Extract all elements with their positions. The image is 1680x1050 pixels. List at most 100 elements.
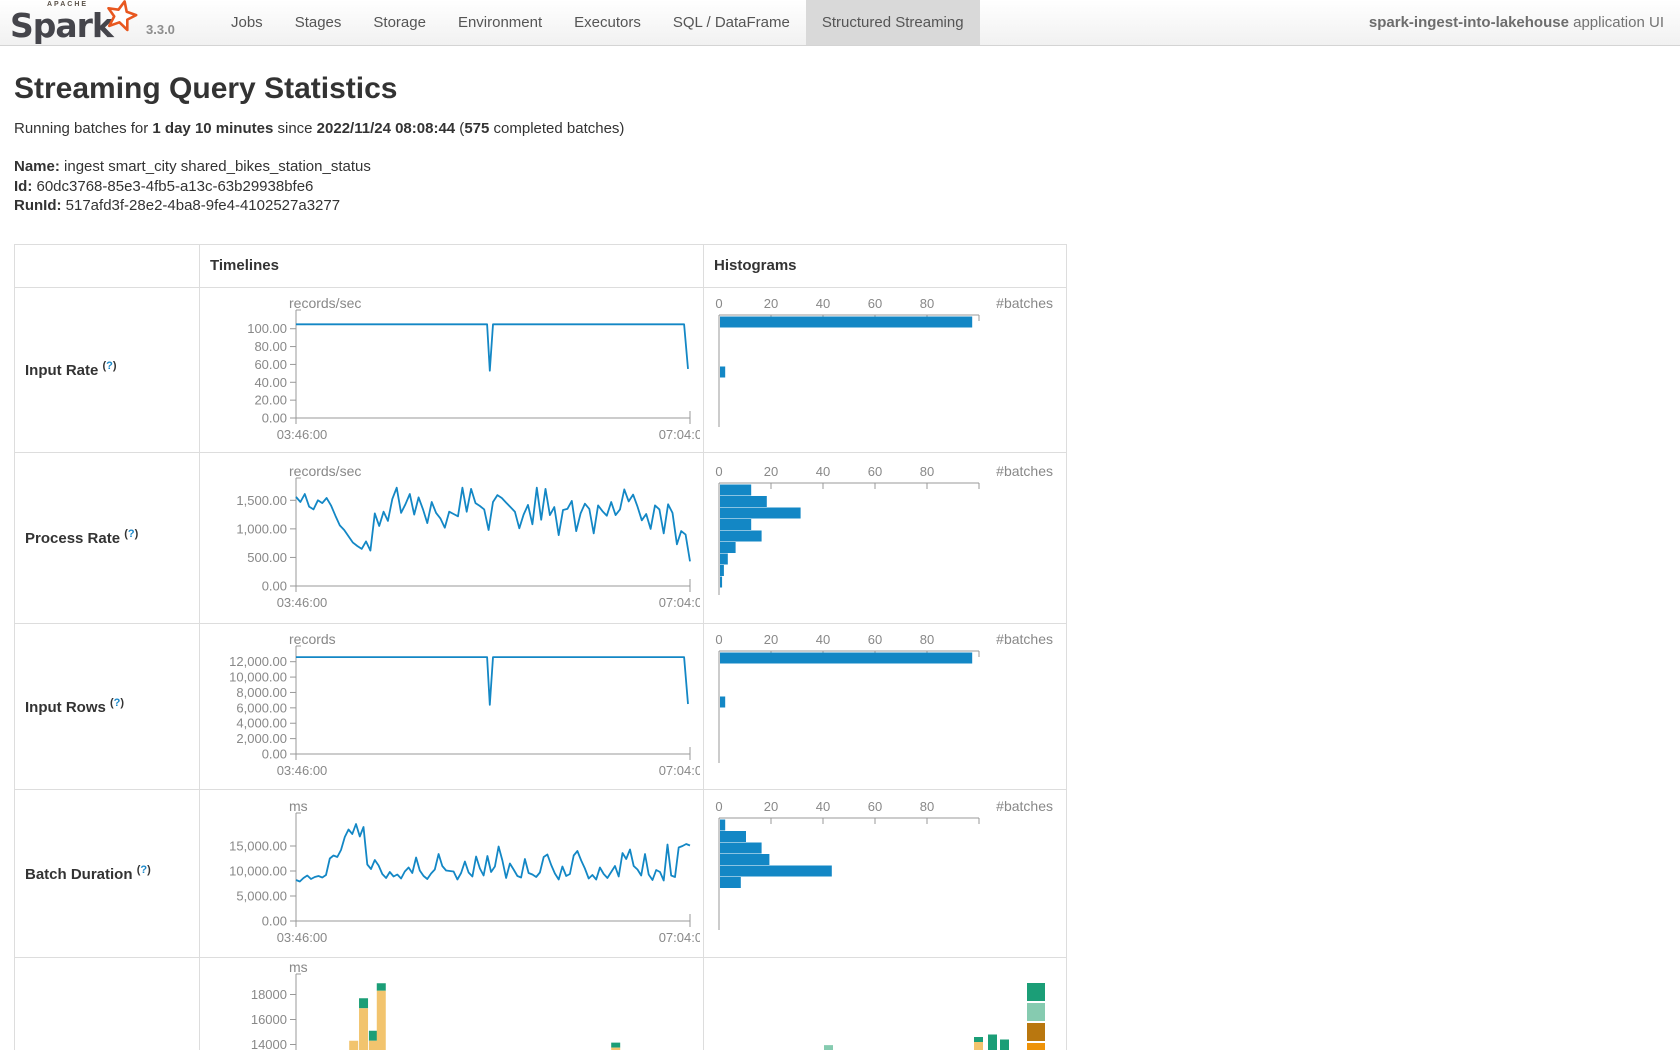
- tab-storage[interactable]: Storage: [357, 0, 442, 45]
- svg-text:60: 60: [868, 632, 882, 647]
- svg-text:60: 60: [868, 296, 882, 311]
- process-rate-help-char: ?: [128, 528, 135, 540]
- tab-executors[interactable]: Executors: [558, 0, 657, 45]
- input-rate-label: Input Rate: [25, 362, 103, 379]
- tab-jobs[interactable]: Jobs: [215, 0, 279, 45]
- logo-spark-text: Spark: [10, 6, 113, 45]
- top-nav: APACHE Spark 3.3.0 JobsStagesStorageEnvi…: [0, 0, 1680, 46]
- process-rate-help-char: ): [135, 528, 139, 540]
- running-open: (: [455, 120, 464, 137]
- input-rows-label-cell: Input Rows (?): [15, 623, 200, 789]
- running-prefix: Running batches for: [14, 120, 152, 137]
- query-name-line: Name: ingest smart_city shared_bikes_sta…: [14, 157, 1680, 177]
- batch-duration-label: Batch Duration: [25, 866, 137, 883]
- svg-text:0: 0: [715, 632, 722, 647]
- page-title: Streaming Query Statistics: [14, 72, 1680, 106]
- svg-text:60: 60: [868, 464, 882, 479]
- batch-duration-label-cell: Batch Duration (?): [15, 789, 200, 957]
- svg-text:#batches: #batches: [996, 631, 1053, 647]
- process-rate-help-tooltip[interactable]: (?): [124, 528, 138, 540]
- table-row-process-rate: Process Rate (?)records/sec1,500.001,000…: [15, 452, 1067, 623]
- process-rate-label: Process Rate: [25, 530, 124, 547]
- query-id-line: Id: 60dc3768-85e3-4fb5-a13c-63b29938bfe6: [14, 177, 1680, 197]
- svg-text:0: 0: [715, 464, 722, 479]
- svg-text:80: 80: [920, 799, 934, 814]
- svg-text:03:46:00: 03:46:00: [277, 763, 328, 778]
- input-rate-help-tooltip[interactable]: (?): [103, 360, 117, 372]
- svg-text:2,000.00: 2,000.00: [236, 731, 287, 746]
- svg-text:6,000.00: 6,000.00: [236, 700, 287, 715]
- svg-text:#batches: #batches: [996, 295, 1053, 311]
- tab-environment[interactable]: Environment: [442, 0, 558, 45]
- process-rate-histogram-cell: 020406080#batches: [704, 452, 1067, 623]
- svg-text:100.00: 100.00: [247, 321, 287, 336]
- stats-table-body: Input Rate (?) records/sec 100.00 80.00 60.0…: [15, 287, 1067, 1050]
- tab-sql-dataframe[interactable]: SQL / DataFrame: [657, 0, 806, 45]
- input-rate-histogram-cell: 020406080#batches: [704, 287, 1067, 452]
- svg-text:0.00: 0.00: [262, 578, 287, 593]
- tab-structured-streaming[interactable]: Structured Streaming: [806, 0, 980, 45]
- input-rows-histogram-chart: 020406080#batches: [704, 631, 1064, 781]
- svg-text:20.00: 20.00: [254, 392, 287, 407]
- svg-text:03:46:00: 03:46:00: [277, 595, 328, 610]
- running-batch-count: 575: [464, 120, 489, 137]
- svg-text:07:04:00: 07:04:00: [659, 595, 700, 610]
- query-id-value: 60dc3768-85e3-4fb5-a13c-63b29938bfe6: [32, 178, 313, 195]
- query-info: Name: ingest smart_city shared_bikes_sta…: [14, 157, 1680, 216]
- input-rate-label-cell: Input Rate (?): [15, 287, 200, 452]
- running-suffix: completed batches): [489, 120, 624, 137]
- input-rate-timeline-chart: records/sec100.0080.0060.0040.0020.000.0…: [200, 294, 700, 446]
- app-title-suffix: application UI: [1569, 14, 1664, 31]
- app-name: spark-ingest-into-lakehouse: [1369, 14, 1569, 31]
- svg-text:20: 20: [764, 464, 778, 479]
- svg-text:5,000.00: 5,000.00: [236, 889, 287, 904]
- process-rate-label-cell: Process Rate (?): [15, 452, 200, 623]
- svg-text:0.00: 0.00: [262, 410, 287, 425]
- table-row-input-rate: Input Rate (?)records/sec100.0080.0060.0…: [15, 287, 1067, 452]
- nav-tabs: JobsStagesStorageEnvironmentExecutorsSQL…: [215, 0, 980, 45]
- table-row-operation-duration: ms180001600014000: [15, 957, 1067, 1050]
- svg-text:40.00: 40.00: [254, 374, 287, 389]
- svg-text:60.00: 60.00: [254, 356, 287, 371]
- table-row-input-rows: Input Rows (?)records12,000.0010,000.008…: [15, 623, 1067, 789]
- empty-header-cell: [15, 244, 200, 287]
- svg-text:#batches: #batches: [996, 798, 1053, 814]
- operation-duration-histogram-cell: [704, 957, 1067, 1050]
- process-rate-histogram-chart: 020406080#batches: [704, 463, 1064, 613]
- svg-text:10,000.00: 10,000.00: [229, 670, 287, 685]
- svg-text:07:04:00: 07:04:00: [659, 763, 700, 778]
- batch-duration-help-tooltip[interactable]: (?): [137, 864, 151, 876]
- svg-text:0.00: 0.00: [262, 914, 287, 929]
- svg-text:80: 80: [920, 296, 934, 311]
- svg-text:20: 20: [764, 296, 778, 311]
- svg-text:20: 20: [764, 799, 778, 814]
- histograms-header: Histograms: [704, 244, 1067, 287]
- svg-text:03:46:00: 03:46:00: [277, 427, 328, 442]
- svg-text:#batches: #batches: [996, 463, 1053, 479]
- input-rows-histogram-cell: 020406080#batches: [704, 623, 1067, 789]
- input-rate-help-char: ?: [106, 360, 113, 372]
- running-batches-line: Running batches for 1 day 10 minutes sin…: [14, 120, 1680, 137]
- batch-duration-timeline-chart: ms15,000.0010,000.005,000.000.0003:46:00…: [200, 797, 700, 949]
- svg-text:12,000.00: 12,000.00: [229, 654, 287, 669]
- query-runid-label: RunId:: [14, 197, 61, 214]
- batch-duration-help-char: ): [147, 864, 151, 876]
- svg-text:16000: 16000: [251, 1012, 287, 1027]
- query-name-label: Name:: [14, 158, 60, 175]
- svg-text:80.00: 80.00: [254, 339, 287, 354]
- app-title: spark-ingest-into-lakehouse application …: [1369, 0, 1664, 45]
- running-duration: 1 day 10 minutes: [152, 120, 273, 137]
- svg-text:80: 80: [920, 632, 934, 647]
- svg-text:records/sec: records/sec: [289, 463, 361, 479]
- input-rows-timeline-cell: records12,000.0010,000.008,000.006,000.0…: [200, 623, 704, 789]
- spark-logo[interactable]: APACHE Spark 3.3.0: [0, 0, 215, 45]
- input-rows-help-tooltip[interactable]: (?): [110, 697, 124, 709]
- svg-text:40: 40: [816, 464, 830, 479]
- input-rate-timeline-cell: records/sec100.0080.0060.0040.0020.000.0…: [200, 287, 704, 452]
- svg-text:0.00: 0.00: [262, 747, 287, 762]
- tab-stages[interactable]: Stages: [279, 0, 358, 45]
- svg-text:03:46:00: 03:46:00: [277, 930, 328, 945]
- operation-duration-timeline-cell: ms180001600014000: [200, 957, 704, 1050]
- process-rate-timeline-cell: records/sec1,500.001,000.00500.000.0003:…: [200, 452, 704, 623]
- query-id-label: Id:: [14, 178, 32, 195]
